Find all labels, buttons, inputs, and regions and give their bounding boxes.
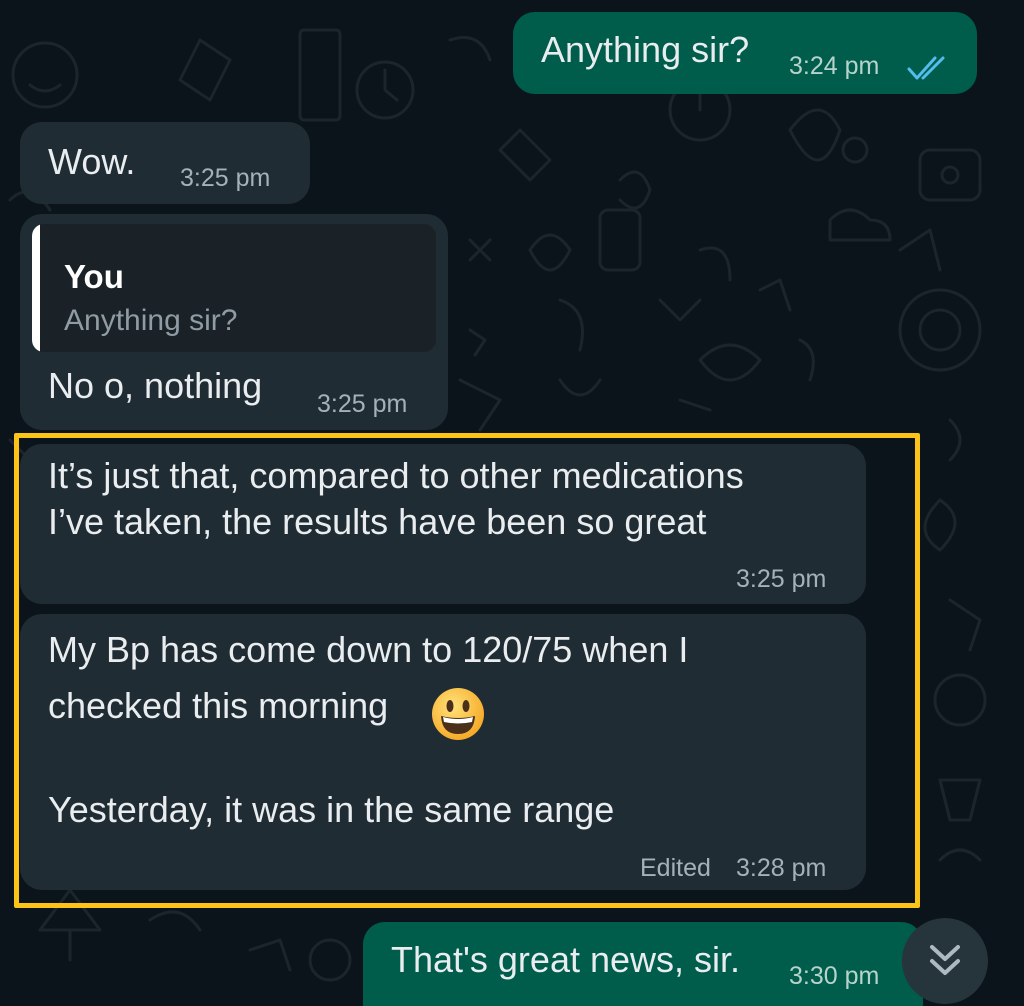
chevron-double-down-icon xyxy=(930,945,960,975)
message-time: 3:30 pm xyxy=(789,962,880,990)
message-text: Anything sir? xyxy=(541,29,750,70)
quote-accent-bar xyxy=(32,224,40,352)
message-bubble-incoming[interactable]: Wow. 3:25 pm xyxy=(20,122,310,204)
message-text: That's great news, sir. xyxy=(391,939,741,980)
message-bubble-outgoing[interactable]: Anything sir? 3:24 pm xyxy=(513,12,977,94)
scroll-to-bottom-button[interactable] xyxy=(902,918,988,1004)
message-bubble-reply[interactable]: You Anything sir? No o, nothing 3:25 pm xyxy=(20,214,448,430)
message-time: 3:24 pm xyxy=(789,52,880,80)
message-time: 3:25 pm xyxy=(180,164,271,192)
message-bubble-outgoing[interactable]: That's great news, sir. 3:30 pm xyxy=(363,922,923,1006)
quoted-message[interactable]: You Anything sir? xyxy=(32,224,436,352)
quoted-author: You xyxy=(64,258,124,295)
message-text: No o, nothing xyxy=(48,365,263,406)
message-time: 3:25 pm xyxy=(317,390,408,418)
quoted-text: Anything sir? xyxy=(64,304,238,337)
message-text: Wow. xyxy=(48,141,136,182)
double-check-icon xyxy=(907,56,945,80)
highlight-frame xyxy=(14,433,920,908)
